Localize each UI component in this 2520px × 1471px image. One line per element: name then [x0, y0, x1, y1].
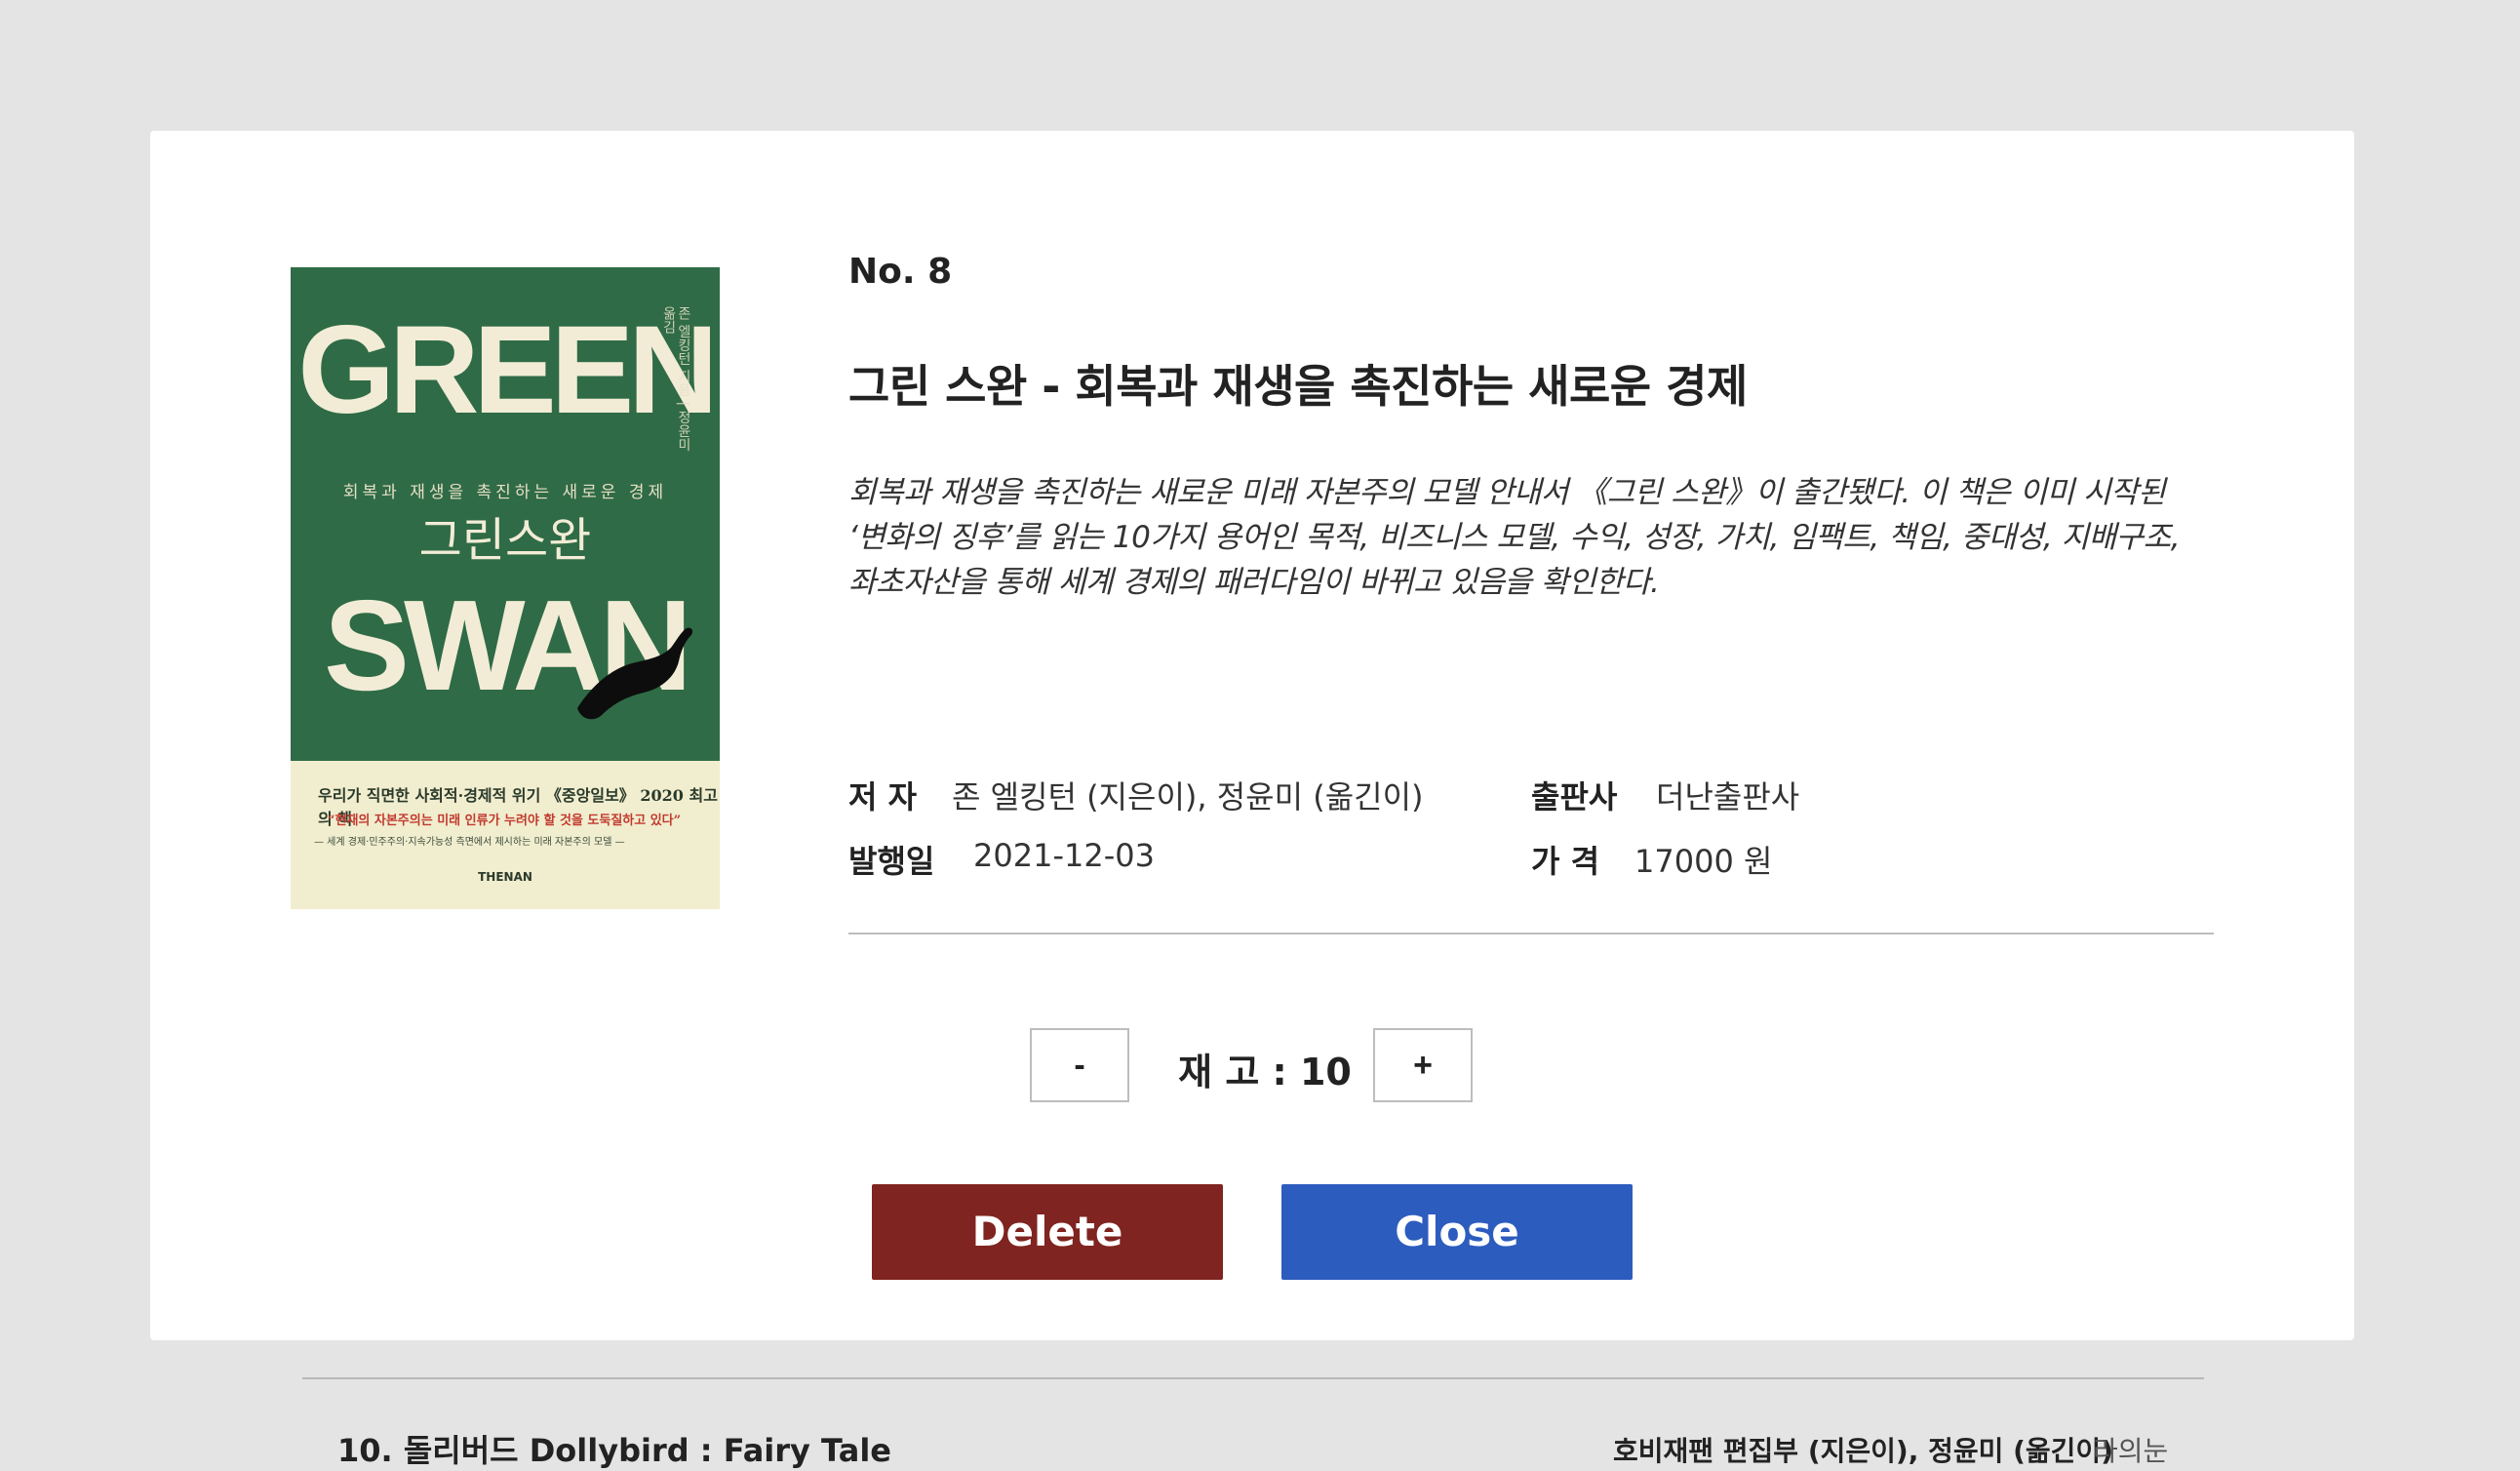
date-value: 2021-12-03 [973, 837, 1155, 874]
cover-footnote: — 세계 경제·민주주의·지속가능성 측면에서 제시하는 미래 자본주의 모델 … [314, 837, 625, 848]
list-item-title[interactable]: 10. 돌리버드 Dollybird : Fairy Tale [337, 1426, 891, 1471]
book-number: No. 8 [848, 252, 953, 292]
cover-bottom-panel: 우리가 직면한 사회적·경제적 위기 《중앙일보》 2020 최고의 책 “현재… [291, 761, 720, 909]
cover-publisher-logo: THENAN [478, 870, 532, 884]
black-swan-icon [577, 627, 693, 720]
cover-subtitle: 회복과 재생을 촉진하는 새로운 경제 [342, 483, 668, 502]
price-label: 가 격 [1531, 843, 1600, 880]
close-button[interactable]: Close [1281, 1184, 1633, 1280]
stock-decrement-button[interactable]: - [1030, 1028, 1129, 1102]
book-title: 그린 스완 - 회복과 재생을 촉진하는 새로운 경제 [848, 360, 1748, 413]
author-value: 존 엘킹턴 (지은이), 정윤미 (옮긴이) [952, 778, 1424, 815]
price-value: 17000 원 [1634, 843, 1773, 880]
book-description: 회복과 재생을 촉진하는 새로운 미래 자본주의 모델 안내서 《그린 스완》이… [848, 470, 2214, 605]
list-divider [302, 1377, 2204, 1379]
cover-korean-title: 그린스완 [418, 513, 592, 568]
cover-word-green: GREEN [297, 300, 718, 440]
publisher-label: 출판사 [1531, 778, 1618, 815]
stock-increment-button[interactable]: + [1373, 1028, 1473, 1102]
stock-label: 재 고 : 10 [1178, 1051, 1352, 1093]
author-label: 저 자 [848, 778, 918, 815]
description-line: 좌초자산을 통해 세계 경제의 패러다임이 바뀌고 있음을 확인한다. [848, 565, 1660, 600]
date-label: 발행일 [848, 843, 935, 880]
cover-spine-text: 존 엘킹턴 지음 | 정윤미 옮김 [660, 306, 691, 452]
book-cover-image: GREEN 존 엘킹턴 지음 | 정윤미 옮김 회복과 재생을 촉진하는 새로운… [291, 267, 720, 909]
cover-quote: “현재의 자본주의는 미래 인류가 누려야 할 것을 도둑질하고 있다” [328, 814, 682, 828]
list-item-publisher: 라의눈 [2093, 1435, 2169, 1467]
description-line: 회복과 재생을 촉진하는 새로운 미래 자본주의 모델 안내서 《그린 스완》이… [848, 475, 2166, 510]
book-detail-modal: GREEN 존 엘킹턴 지음 | 정윤미 옮김 회복과 재생을 촉진하는 새로운… [150, 131, 2354, 1340]
publisher-value: 더난출판사 [1656, 778, 1800, 815]
divider [848, 933, 2214, 934]
delete-button[interactable]: Delete [872, 1184, 1223, 1280]
description-line: ‘변화의 징후’를 읽는 10가지 용어인 목적, 비즈니스 모델, 수익, 성… [848, 520, 2181, 555]
list-item-author: 호비재팬 편집부 (지은이), 정윤미 (옮긴이) [1613, 1435, 2113, 1467]
